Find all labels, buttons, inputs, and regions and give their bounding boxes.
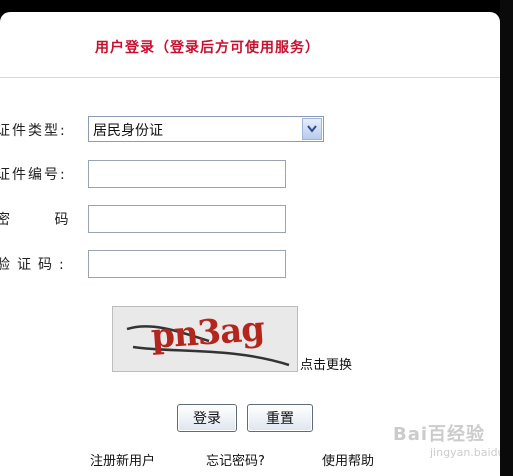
captcha-label: 验证码: bbox=[0, 257, 71, 273]
watermark-url: jingyan.baidu.com bbox=[430, 446, 500, 459]
login-panel: 用户登录（登录后方可使用服务） 证件类型: 居民身份证 证件编号: 密 码: 验… bbox=[0, 12, 500, 476]
reset-button[interactable]: 重置 bbox=[247, 404, 313, 432]
captcha-input[interactable] bbox=[88, 250, 286, 278]
watermark-logo: Bai百经验 bbox=[393, 424, 486, 445]
chevron-down-icon[interactable] bbox=[302, 118, 322, 140]
captcha-text: pn3ag bbox=[149, 309, 266, 357]
captcha-refresh-link[interactable]: 点击更换 bbox=[300, 354, 352, 373]
help-link[interactable]: 使用帮助 bbox=[322, 450, 374, 469]
register-link[interactable]: 注册新用户 bbox=[90, 450, 155, 469]
password-input[interactable] bbox=[88, 205, 286, 233]
id-number-input[interactable] bbox=[88, 160, 286, 188]
id-type-select[interactable]: 居民身份证 bbox=[88, 116, 324, 142]
page-title: 用户登录（登录后方可使用服务） bbox=[95, 40, 320, 56]
id-type-label: 证件类型: bbox=[0, 123, 67, 139]
login-button[interactable]: 登录 bbox=[177, 404, 237, 432]
window-edge bbox=[500, 0, 513, 476]
forgot-password-link[interactable]: 忘记密码? bbox=[206, 450, 265, 469]
id-type-selected-value: 居民身份证 bbox=[93, 123, 163, 139]
id-number-label: 证件编号: bbox=[0, 167, 67, 183]
header-divider bbox=[0, 77, 500, 78]
captcha-image[interactable]: pn3ag bbox=[112, 306, 298, 372]
